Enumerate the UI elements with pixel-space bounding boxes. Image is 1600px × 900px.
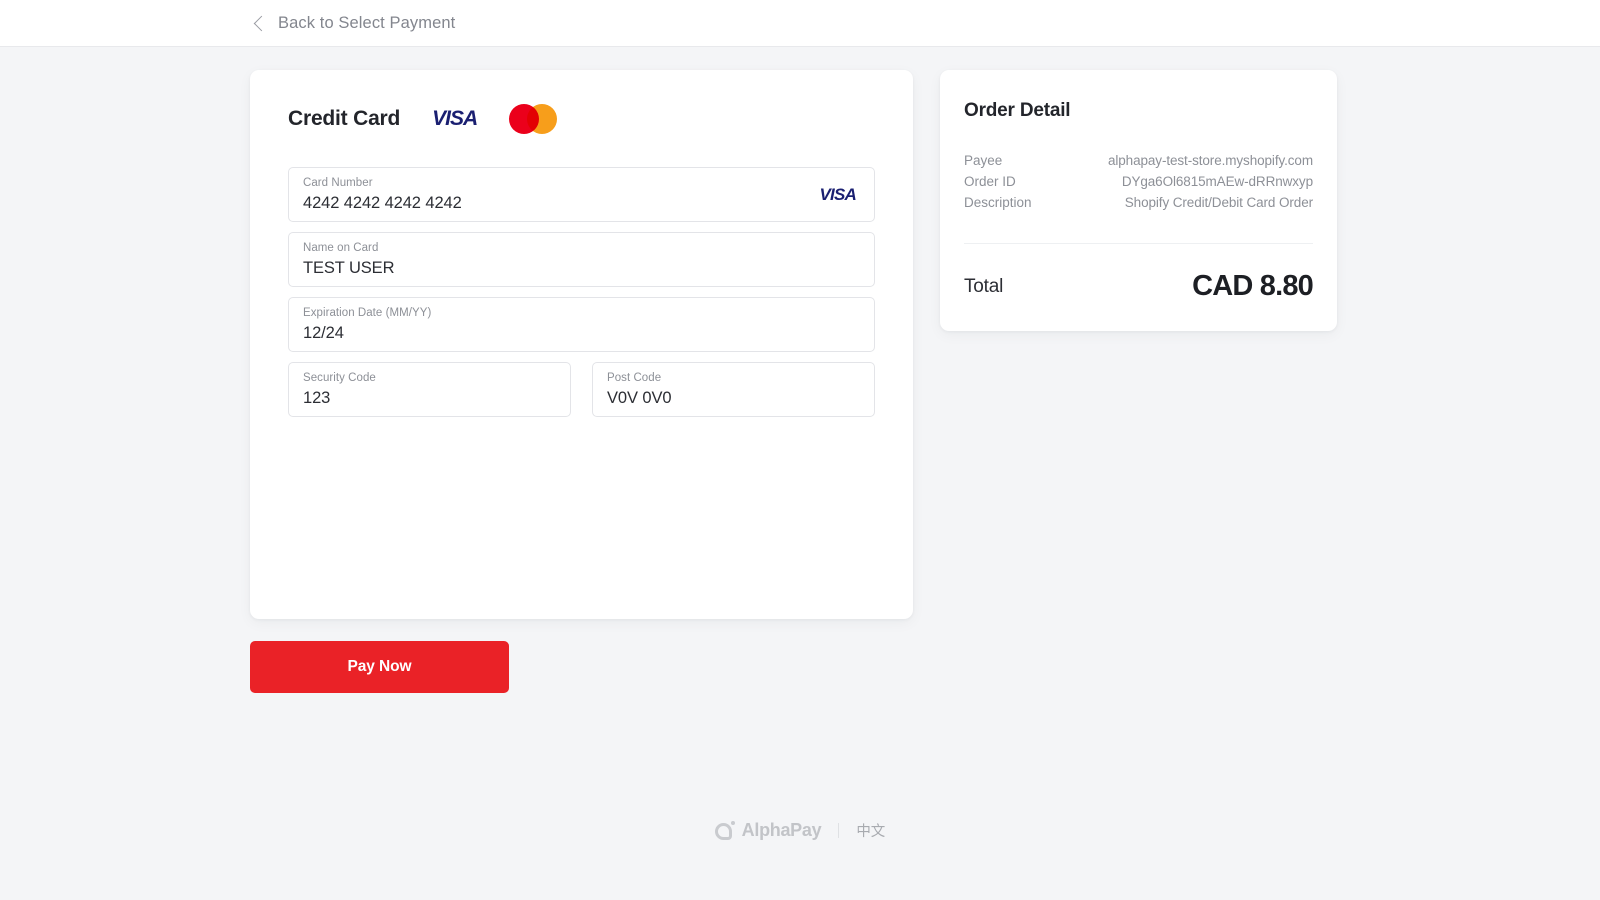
expiration-date-value[interactable]: 12/24 [303, 321, 860, 345]
columns-layout: Credit Card VISA Card Number 4242 4242 4… [0, 70, 1600, 693]
mastercard-amber-circle [527, 104, 558, 134]
security-code-label: Security Code [303, 372, 376, 384]
payment-column: Credit Card VISA Card Number 4242 4242 4… [250, 70, 913, 693]
visa-logo-icon: VISA [432, 107, 478, 130]
payee-value: alphapay-test-store.myshopify.com [1107, 153, 1313, 168]
order-detail-column: Order Detail Payee alphapay-test-store.m… [940, 70, 1337, 331]
total-amount: CAD 8.80 [1192, 270, 1314, 302]
order-detail-panel: Order Detail Payee alphapay-test-store.m… [940, 70, 1337, 331]
back-link-label: Back to Select Payment [278, 13, 456, 32]
credit-card-header: Credit Card VISA [288, 102, 875, 136]
order-id-label: Order ID [964, 174, 1016, 189]
security-postcode-row: Security Code 123 Post Code V0V 0V0 [288, 362, 875, 417]
post-code-field[interactable]: Post Code V0V 0V0 [592, 362, 875, 417]
payment-method-title: Credit Card [288, 107, 401, 130]
expiration-date-field[interactable]: Expiration Date (MM/YY) 12/24 [288, 297, 875, 352]
security-code-field[interactable]: Security Code 123 [288, 362, 571, 417]
description-value: Shopify Credit/Debit Card Order [1124, 195, 1313, 210]
post-code-label: Post Code [607, 372, 662, 384]
name-on-card-value[interactable]: TEST USER [303, 256, 860, 280]
mastercard-logo-icon [509, 104, 558, 134]
chevron-left-icon [253, 15, 270, 32]
order-id-value: DYga6Ol6815mAEw-dRRnwxyp [1121, 174, 1313, 189]
alphapay-brand: AlphaPay [714, 820, 822, 841]
order-total-row: Total CAD 8.80 [964, 270, 1314, 303]
order-divider [964, 243, 1313, 244]
order-detail-rows: Payee alphapay-test-store.myshopify.com … [964, 150, 1313, 213]
name-on-card-field[interactable]: Name on Card TEST USER [288, 232, 875, 287]
security-code-value[interactable]: 123 [303, 386, 556, 410]
main-content: Credit Card VISA Card Number 4242 4242 4… [0, 47, 1600, 693]
alphapay-logo-icon [714, 820, 735, 841]
page-footer: AlphaPay 中文 [0, 820, 1600, 841]
name-on-card-label: Name on Card [303, 242, 379, 254]
expiration-date-label: Expiration Date (MM/YY) [303, 307, 432, 319]
checkout-page: Back to Select Payment Credit Card VISA [0, 0, 1600, 900]
card-number-label: Card Number [303, 177, 373, 189]
payee-label: Payee [964, 153, 1003, 168]
description-label: Description [964, 195, 1032, 210]
alphapay-logo-ring [714, 822, 732, 840]
top-bar: Back to Select Payment [0, 0, 1600, 47]
order-row-description: Description Shopify Credit/Debit Card Or… [964, 192, 1313, 213]
footer-separator [838, 823, 840, 838]
order-row-order-id: Order ID DYga6Ol6815mAEw-dRRnwxyp [964, 171, 1313, 192]
credit-card-form-panel: Credit Card VISA Card Number 4242 4242 4… [250, 70, 913, 619]
alphapay-brand-label: AlphaPay [741, 820, 822, 840]
card-number-field[interactable]: Card Number 4242 4242 4242 4242 VISA [288, 167, 875, 222]
post-code-value[interactable]: V0V 0V0 [607, 386, 860, 410]
order-row-payee: Payee alphapay-test-store.myshopify.com [964, 150, 1313, 171]
language-switch-link[interactable]: 中文 [856, 820, 885, 841]
order-detail-title: Order Detail [964, 100, 1071, 121]
card-number-value[interactable]: 4242 4242 4242 4242 [303, 191, 860, 215]
total-label: Total [964, 275, 1004, 297]
pay-now-button[interactable]: Pay Now [250, 641, 509, 693]
alphapay-logo-dot [730, 820, 735, 825]
card-brand-visa-icon: VISA [819, 184, 857, 204]
back-to-select-payment-link[interactable]: Back to Select Payment [253, 13, 456, 33]
